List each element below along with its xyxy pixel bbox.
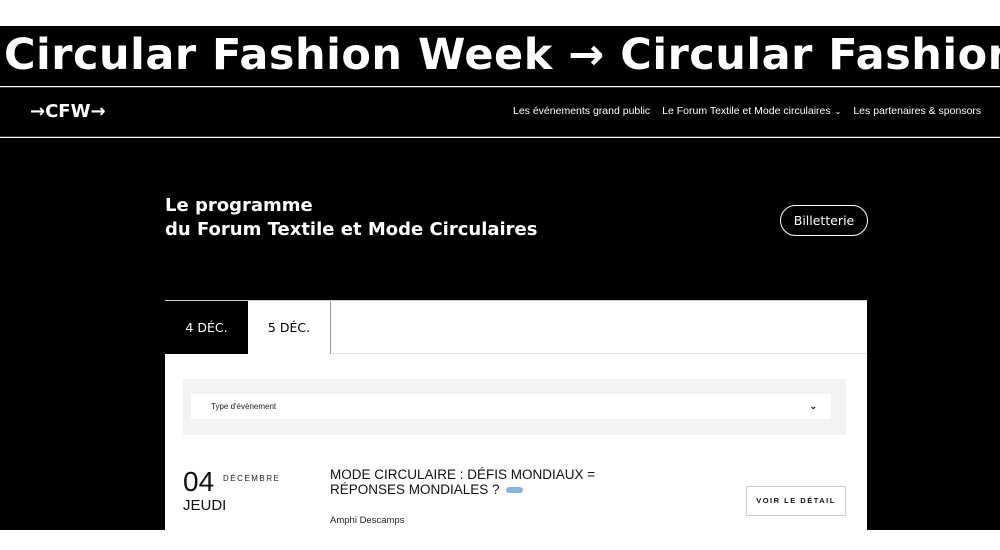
event-venue: Amphi Descamps: [330, 515, 405, 526]
nav-link-public-events[interactable]: Les événements grand public: [513, 105, 650, 117]
bottom-strip: [0, 530, 1000, 550]
nav-link-partners[interactable]: Les partenaires & sponsors: [853, 105, 981, 117]
chevron-down-icon: ⌄: [809, 401, 817, 411]
marquee-text: Circular Fashion Week → Circular Fashion…: [4, 30, 1000, 80]
nav-link-label: Les partenaires & sponsors: [853, 105, 982, 117]
event-item: 04 DÉCEMBRE JEUDI MODE CIRCULAIRE : DÉFI…: [165, 461, 867, 530]
event-type-select[interactable]: Type d'événement ⌄: [191, 394, 831, 419]
date-tabs: 4 DÉC. 5 DÉC.: [165, 301, 867, 354]
chevron-down-icon: ⌄: [834, 107, 842, 116]
nav-link-label: Les événements grand public: [513, 105, 651, 117]
nav-link-forum[interactable]: Le Forum Textile et Mode circulaires ⌄: [662, 105, 841, 117]
navbar: →CFW→ Les événements grand public Le Foru…: [0, 87, 1000, 137]
page-title: Le programme du Forum Textile et Mode Ci…: [165, 194, 537, 242]
page: Circular Fashion Week → Circular Fashion…: [0, 0, 1000, 550]
event-type-select-label: Type d'événement: [211, 402, 277, 411]
filter-container: Type d'événement ⌄: [183, 379, 846, 435]
nav-link-label: Le Forum Textile et Mode circulaires: [662, 105, 831, 117]
view-detail-button[interactable]: VOIR LE DÉTAIL: [746, 486, 846, 516]
event-day-number: 04: [183, 466, 215, 497]
event-title[interactable]: MODE CIRCULAIRE : DÉFIS MONDIAUX = RÉPON…: [330, 467, 670, 497]
tab-dec-4[interactable]: 4 DÉC.: [165, 301, 248, 354]
marquee-banner: Circular Fashion Week → Circular Fashion…: [0, 26, 1000, 86]
page-title-line2: du Forum Textile et Mode Circulaires: [165, 219, 538, 240]
event-title-text: MODE CIRCULAIRE : DÉFIS MONDIAUX = RÉPON…: [330, 467, 596, 497]
event-month: DÉCEMBRE: [223, 474, 281, 483]
program-panel: 4 DÉC. 5 DÉC. Type d'événement ⌄ 04 DÉCE…: [165, 300, 867, 530]
tab-dec-5[interactable]: 5 DÉC.: [248, 301, 331, 354]
site-logo[interactable]: →CFW→: [30, 101, 106, 122]
page-title-line1: Le programme: [165, 195, 313, 216]
top-strip: [0, 0, 1000, 26]
event-weekday: JEUDI: [183, 497, 227, 514]
event-category-tag: [505, 487, 523, 494]
nav-links: Les événements grand public Le Forum Text…: [513, 105, 993, 117]
ticketing-button[interactable]: Billetterie: [780, 205, 868, 236]
